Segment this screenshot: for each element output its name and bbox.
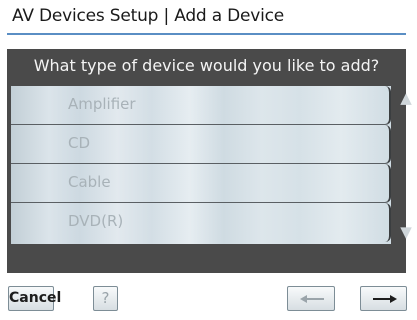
list-scrollbar[interactable]: ▲ ▼: [395, 86, 417, 244]
title-bar: AV Devices Setup | Add a Device: [0, 0, 417, 36]
list-item-label: Cable: [68, 173, 111, 191]
right-arrow-icon: [373, 295, 397, 303]
list-item-label: Amplifier: [68, 95, 136, 113]
list-item-dvd[interactable]: DVD(R): [11, 203, 391, 242]
cancel-button[interactable]: Cancel: [8, 286, 62, 311]
list-item-cd[interactable]: CD: [11, 125, 391, 164]
device-type-prompt: What type of device would you like to ad…: [33, 56, 380, 75]
list-item-amplifier[interactable]: Amplifier: [11, 86, 391, 125]
list-item-label: CD: [68, 134, 91, 152]
help-button[interactable]: ?: [93, 286, 118, 311]
title-divider: [7, 33, 406, 35]
left-arrow-icon: [300, 295, 324, 303]
help-icon: ?: [101, 289, 110, 307]
list-item-label: DVD(R): [68, 212, 124, 230]
scroll-up-icon[interactable]: ▲: [395, 86, 417, 110]
scroll-down-icon[interactable]: ▼: [395, 220, 417, 244]
back-button[interactable]: [287, 286, 335, 311]
next-button[interactable]: [360, 286, 407, 311]
page-title: AV Devices Setup | Add a Device: [12, 6, 285, 26]
device-type-list: Amplifier CD Cable DVD(R): [11, 86, 391, 244]
footer-toolbar: Cancel ?: [0, 273, 417, 320]
device-type-panel: What type of device would you like to ad…: [7, 49, 412, 273]
list-item-cable[interactable]: Cable: [11, 164, 391, 203]
cancel-button-label: Cancel: [9, 290, 62, 306]
